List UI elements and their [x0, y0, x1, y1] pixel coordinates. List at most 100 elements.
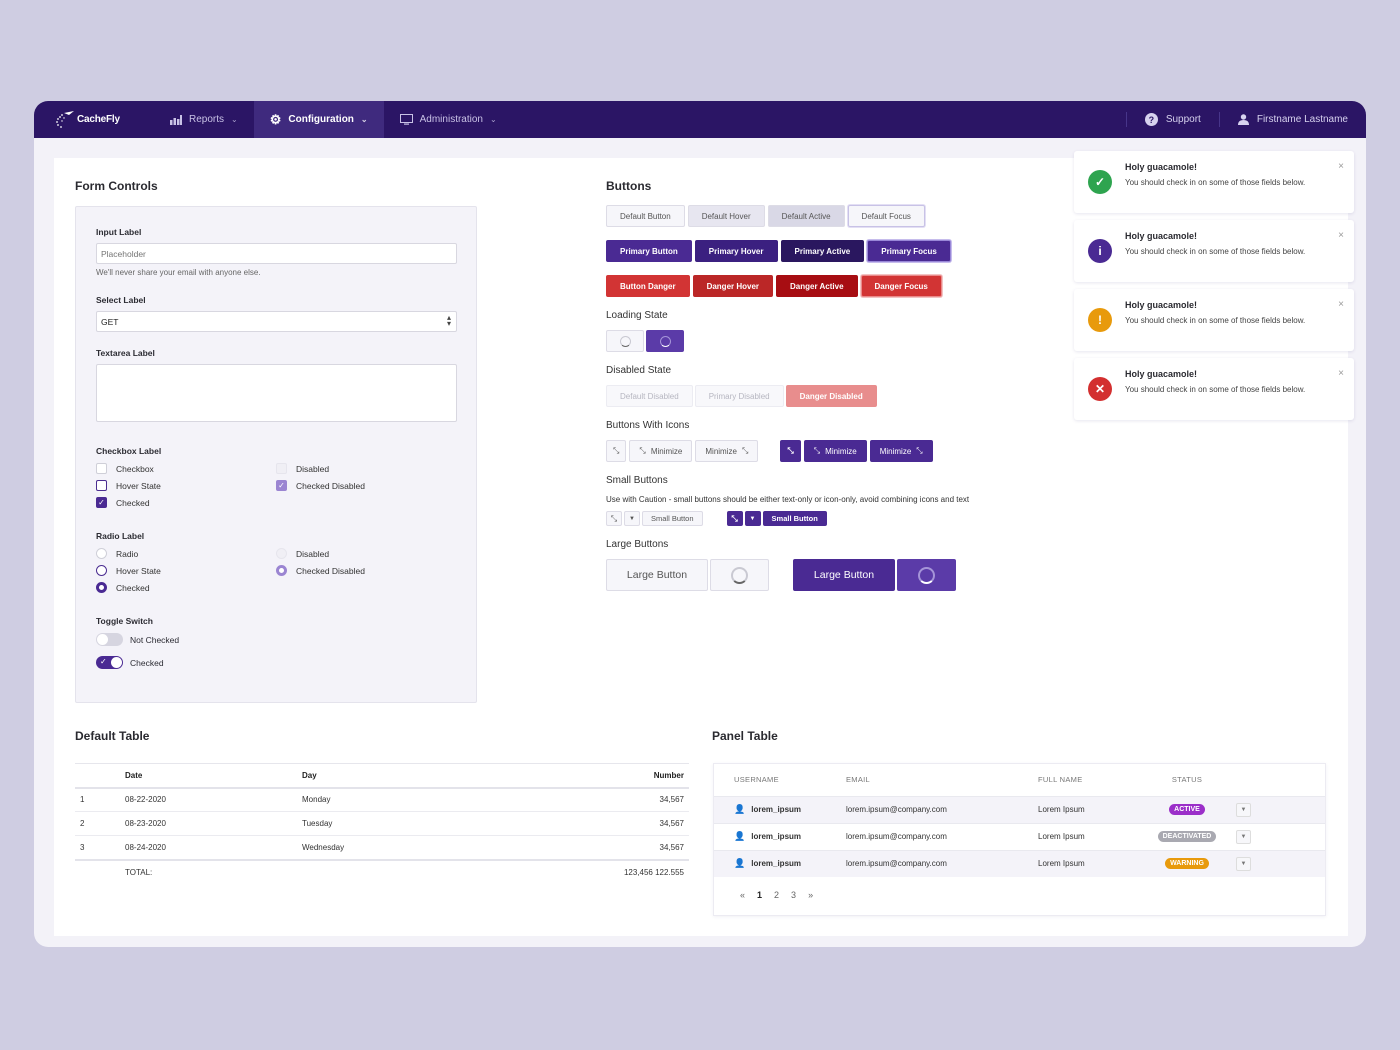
default-button[interactable]: Default Button [606, 205, 685, 227]
small-primary-minimize-button[interactable]: ⤡ [726, 511, 743, 526]
default-focus-button[interactable]: Default Focus [847, 205, 925, 227]
row-date: 08-22-2020 [125, 787, 302, 812]
checkbox-default[interactable]: Checkbox [96, 460, 276, 477]
nav-configuration[interactable]: ⚙ Configuration ⌄ [253, 101, 384, 138]
buttons-title: Buttons [606, 179, 652, 193]
row-actions-dropdown[interactable]: ▼ [1236, 802, 1251, 817]
close-icon[interactable]: × [1338, 368, 1344, 379]
default-loading-button[interactable] [606, 330, 644, 352]
small-primary-button[interactable]: Small Button [762, 511, 827, 526]
close-icon[interactable]: × [1338, 230, 1344, 241]
toggle-switch[interactable] [96, 633, 123, 646]
textarea-field[interactable] [96, 364, 457, 422]
large-default-button[interactable]: Large Button [606, 559, 708, 591]
danger-focus-button[interactable]: Danger Focus [860, 275, 942, 297]
radio-text: Hover State [116, 565, 161, 576]
radio-circle[interactable] [96, 548, 107, 559]
nav-user-menu[interactable]: Firstname Lastname [1220, 101, 1366, 138]
username: lorem_ipsum [751, 832, 802, 841]
checkbox-text: Checked [116, 497, 150, 508]
checkbox-checked-disabled: ✓ Checked Disabled [276, 477, 456, 494]
primary-minimize-icon-button[interactable]: ⤡ [780, 440, 801, 462]
toggle-switch[interactable]: ✓ [96, 656, 123, 669]
minimize-left-icon-button[interactable]: ⤡ Minimize [629, 440, 693, 462]
danger-hover-button[interactable]: Danger Hover [692, 275, 774, 297]
info-icon: i [1088, 239, 1112, 263]
nav-administration[interactable]: Administration ⌄ [384, 101, 513, 138]
check-icon: ✓ [100, 657, 107, 666]
panel-table-card: USERNAME EMAIL FULL NAME STATUS 👤 lorem_i… [713, 763, 1326, 916]
button-label: Minimize [705, 446, 737, 456]
row-actions-dropdown[interactable]: ▼ [1236, 829, 1251, 844]
brand-logo[interactable]: CacheFly [34, 101, 154, 138]
row-actions-dropdown[interactable]: ▼ [1236, 856, 1251, 871]
default-hover-button[interactable]: Default Hover [687, 205, 765, 227]
minimize-icon: ⤡ [639, 446, 646, 455]
toggle-not-checked[interactable]: Not Checked [96, 628, 456, 651]
column-header-email[interactable]: EMAIL [846, 764, 1038, 796]
primary-minimize-right-button[interactable]: Minimize ⤡ [869, 440, 933, 462]
nav-support[interactable]: ? Support [1127, 101, 1219, 138]
table-row: 👤 lorem_ipsum lorem.ipsum@company.com Lorem… [714, 849, 1325, 877]
check-icon: ✓ [1088, 170, 1112, 194]
row-index: 2 [75, 811, 125, 836]
primary-minimize-left-button[interactable]: ⤡ Minimize [803, 440, 867, 462]
pagination-prev[interactable]: « [740, 890, 745, 900]
checkbox-hover[interactable]: Hover State [96, 477, 276, 494]
minimize-right-icon-button[interactable]: Minimize ⤡ [695, 440, 759, 462]
close-icon[interactable]: × [1338, 299, 1344, 310]
danger-active-button[interactable]: Danger Active [776, 275, 858, 297]
checkbox-box[interactable]: ✓ [96, 497, 107, 508]
close-icon[interactable]: × [1338, 161, 1344, 172]
pagination-page-1[interactable]: 1 [757, 890, 762, 900]
text-input[interactable] [96, 243, 457, 264]
radio-text: Checked Disabled [296, 565, 365, 576]
status-cell: DEACTIVATED [1150, 822, 1224, 850]
alert-title: Holy guacamole! [1125, 231, 1198, 241]
pagination-next[interactable]: » [808, 890, 813, 900]
panel-table-title: Panel Table [712, 729, 778, 743]
radio-checked[interactable]: Checked [96, 579, 276, 596]
nav-reports[interactable]: Reports ⌄ [154, 101, 254, 138]
small-primary-dropdown-button[interactable]: ▼ [744, 511, 761, 526]
column-header-date[interactable]: Date [125, 763, 302, 789]
column-header-username[interactable]: USERNAME [714, 764, 846, 796]
primary-button[interactable]: Primary Button [606, 240, 692, 262]
column-header-number[interactable]: Number [454, 763, 689, 789]
row-index: 1 [75, 787, 125, 812]
caret-down-icon: ▼ [749, 515, 756, 522]
default-table-title: Default Table [75, 729, 150, 743]
pagination-page-2[interactable]: 2 [774, 890, 779, 900]
large-primary-button[interactable]: Large Button [793, 559, 895, 591]
column-header-day[interactable]: Day [302, 763, 455, 789]
small-default-button[interactable]: Small Button [642, 511, 703, 526]
radio-circle[interactable] [96, 582, 107, 593]
danger-button[interactable]: Button Danger [606, 275, 690, 297]
checkbox-box[interactable] [96, 480, 107, 491]
caret-down-icon: ▼ [629, 515, 635, 522]
small-dropdown-button[interactable]: ▼ [624, 511, 640, 526]
method-select[interactable]: GET ▴ ▾ [96, 311, 457, 332]
select-label: Select Label [96, 295, 146, 305]
default-active-button[interactable]: Default Active [767, 205, 845, 227]
radio-hover[interactable]: Hover State [96, 562, 276, 579]
checkbox-box[interactable] [96, 463, 107, 474]
checkbox-checked[interactable]: ✓ Checked [96, 494, 276, 511]
minimize-icon-button[interactable]: ⤡ [606, 440, 627, 462]
small-minimize-button[interactable]: ⤡ [606, 511, 622, 526]
primary-active-button[interactable]: Primary Active [780, 240, 865, 262]
checkbox-disabled: Disabled [276, 460, 456, 477]
primary-hover-button[interactable]: Primary Hover [694, 240, 778, 262]
radio-circle[interactable] [96, 565, 107, 576]
primary-loading-button[interactable] [646, 330, 684, 352]
large-primary-loading-button[interactable] [897, 559, 956, 591]
toggle-checked[interactable]: ✓ Checked [96, 651, 456, 674]
pagination-page-3[interactable]: 3 [791, 890, 796, 900]
checkbox-box [276, 463, 287, 474]
minimize-icon: ⤡ [731, 513, 738, 523]
radio-default[interactable]: Radio [96, 545, 276, 562]
large-default-loading-button[interactable] [710, 559, 769, 591]
column-header-status[interactable]: STATUS [1150, 764, 1224, 796]
column-header-full-name[interactable]: FULL NAME [1038, 764, 1150, 796]
primary-focus-button[interactable]: Primary Focus [867, 240, 951, 262]
